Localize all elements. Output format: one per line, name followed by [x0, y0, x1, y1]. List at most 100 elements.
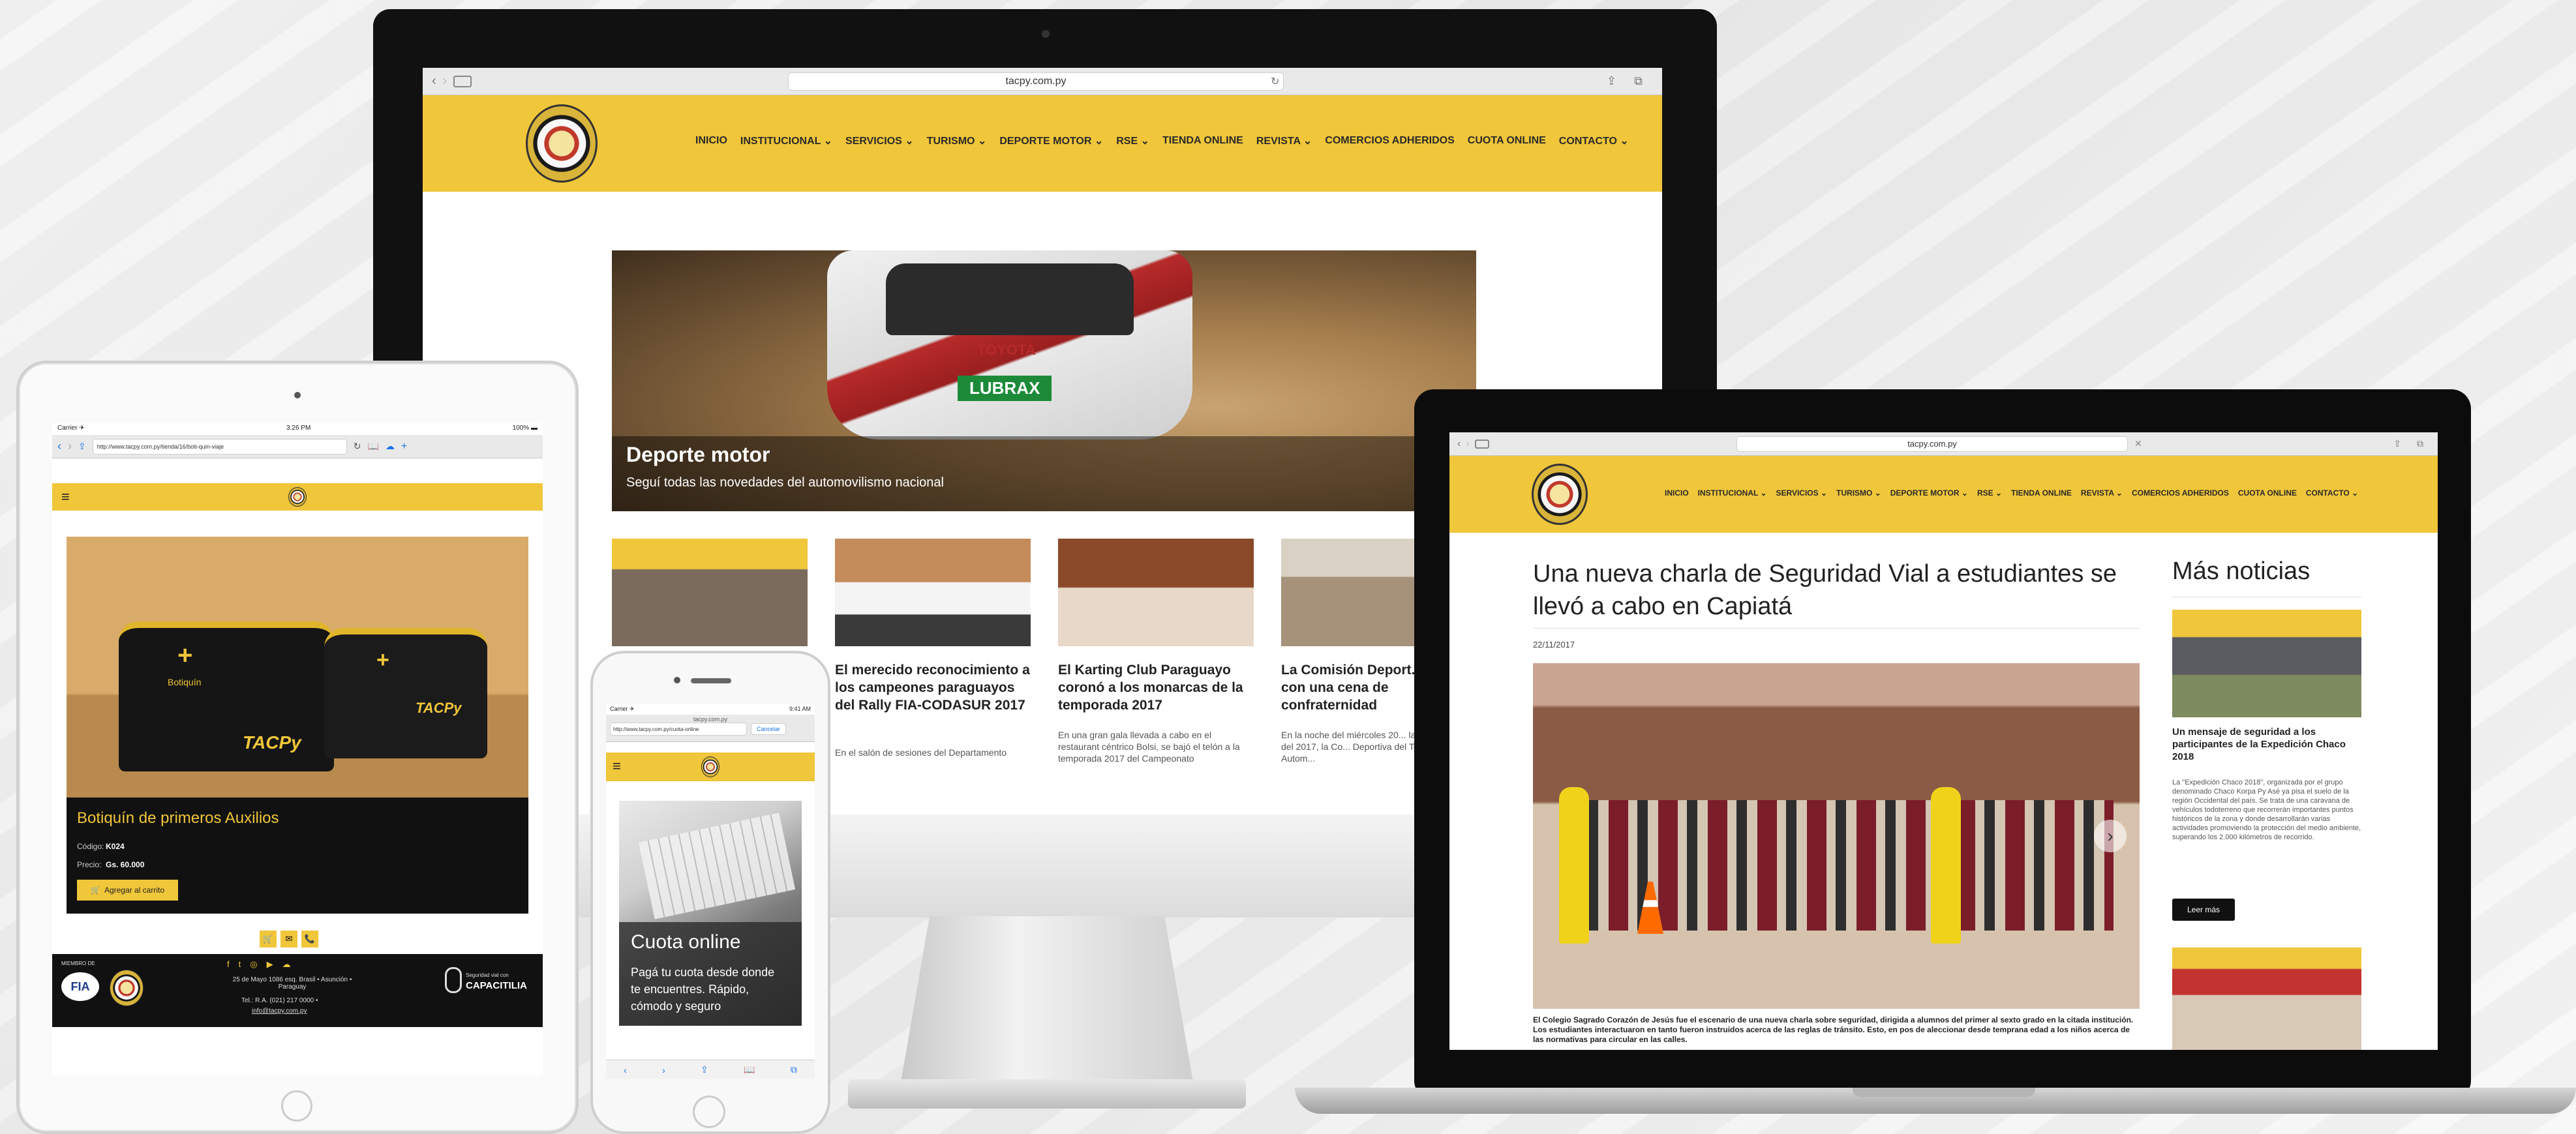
product-price: Gs. 60.000 [106, 860, 145, 869]
laptop-nav: INICIO INSTITUCIONAL ⌄ SERVICIOS ⌄ TURIS… [1665, 488, 2358, 498]
back-icon[interactable]: ‹ [57, 440, 61, 453]
status-battery: 100% ▬ [512, 425, 538, 432]
back-icon[interactable]: ‹ [432, 74, 436, 89]
youtube-icon[interactable]: ▶ [267, 959, 273, 970]
sidebar-news-photo-2[interactable] [2172, 947, 2361, 1050]
nav-item[interactable]: TIENDA ONLINE [2011, 488, 2072, 498]
tabs-icon[interactable]: ⧉ [791, 1064, 797, 1075]
soundcloud-icon[interactable]: ☁ [282, 959, 291, 970]
read-more-button[interactable]: Leer más [2172, 899, 2235, 921]
tablet-home-button[interactable] [281, 1090, 312, 1122]
nav-item[interactable]: COMERCIOS ADHERIDOS [1325, 135, 1455, 147]
article-photo[interactable]: › [1533, 663, 2140, 1009]
footer-member-label: MIEMBRO DE [61, 961, 95, 966]
add-to-cart-label: Agregar al carrito [104, 886, 164, 895]
nav-item[interactable]: INICIO [695, 135, 727, 147]
nav-item[interactable]: INSTITUCIONAL ⌄ [740, 134, 832, 147]
close-tab-icon[interactable]: ✕ [2134, 438, 2142, 449]
imac-news-card[interactable]: El Karting Club Paraguayo coronó a los m… [1058, 539, 1254, 814]
back-icon[interactable]: ‹ [624, 1065, 627, 1075]
rally-car-image: TOYOTA LUBRAX [827, 250, 1192, 440]
back-icon[interactable]: ‹ [1457, 438, 1461, 450]
share-icon[interactable]: ⇪ [701, 1064, 708, 1075]
bookmarks-icon[interactable]: 📖 [744, 1064, 755, 1075]
twitter-icon[interactable]: t [239, 959, 241, 970]
bookmarks-icon[interactable]: 📖 [367, 441, 378, 452]
nav-item[interactable]: DEPORTE MOTOR ⌄ [1890, 488, 1968, 498]
imac-news-card[interactable]: El merecido reconocimiento a los campeon… [835, 539, 1031, 814]
status-time: 3:26 PM [286, 425, 311, 432]
phone-url-bar[interactable]: http://www.tacpy.com.py/cuota-online [610, 723, 747, 736]
product-image[interactable]: + Botiquín TACPy + TACPy [67, 537, 528, 798]
imac-nav: INICIO INSTITUCIONAL ⌄ SERVICIOS ⌄ TURIS… [695, 134, 1629, 147]
reload-icon[interactable]: ↻ [354, 441, 361, 452]
add-to-cart-button[interactable]: 🛒 Agregar al carrito [77, 880, 178, 901]
nav-item[interactable]: COMERCIOS ADHERIDOS [2132, 488, 2229, 498]
photo-instructor [1931, 787, 1961, 944]
nav-item[interactable]: TURISMO ⌄ [1836, 488, 1881, 498]
nav-item[interactable]: TURISMO ⌄ [927, 134, 987, 147]
menu-icon[interactable]: ≡ [61, 488, 70, 505]
share-icon[interactable]: ⇪ [78, 441, 86, 452]
imac-logo[interactable] [526, 104, 598, 183]
nav-item[interactable]: SERVICIOS ⌄ [845, 134, 914, 147]
cart-icon[interactable]: 🛒 [260, 931, 277, 947]
phone-camera [674, 677, 680, 683]
instagram-icon[interactable]: ◎ [250, 959, 257, 970]
nav-item[interactable]: INICIO [1665, 488, 1689, 498]
sidebar-news-photo[interactable] [2172, 610, 2361, 717]
nav-item[interactable]: TIENDA ONLINE [1162, 135, 1243, 147]
nav-item[interactable]: DEPORTE MOTOR ⌄ [999, 134, 1103, 147]
nav-item[interactable]: RSE ⌄ [1977, 488, 2002, 498]
tablet-camera [294, 392, 301, 398]
imac-stand-base [848, 1079, 1246, 1109]
news-photo [612, 539, 808, 646]
nav-item[interactable]: REVISTA ⌄ [2081, 488, 2123, 498]
nav-item[interactable]: CONTACTO ⌄ [1559, 134, 1629, 147]
tablet-logo[interactable] [288, 487, 307, 507]
keyboard-image [638, 813, 796, 919]
slider-next-icon[interactable]: › [2094, 820, 2127, 852]
laptop-url-bar[interactable]: tacpy.com.py [1736, 436, 2128, 452]
forward-icon[interactable]: › [662, 1065, 665, 1075]
nav-item[interactable]: SERVICIOS ⌄ [1776, 488, 1828, 498]
laptop-logo[interactable] [1532, 464, 1588, 525]
nav-item[interactable]: REVISTA ⌄ [1256, 134, 1312, 147]
new-tab-icon[interactable]: + [401, 441, 407, 453]
imac-hero-banner[interactable]: TOYOTA LUBRAX Deporte motor Seguí todas … [612, 250, 1476, 511]
forward-icon[interactable]: › [1466, 438, 1469, 450]
phone-logo[interactable] [701, 756, 720, 777]
nav-item[interactable]: INSTITUCIONAL ⌄ [1698, 488, 1767, 498]
phone-home-button[interactable] [693, 1096, 725, 1128]
news-photo [835, 539, 1031, 646]
sidebar-icon[interactable] [1474, 439, 1489, 449]
sidebar-news-title[interactable]: Un mensaje de seguridad a los participan… [2172, 726, 2361, 763]
share-icon[interactable]: ⇪ [2393, 438, 2401, 449]
phone-banner[interactable]: Cuota online Pagá tu cuota desde donde t… [619, 801, 802, 1026]
tablet-footer: MIEMBRO DE FIA f t ◎ ▶ ☁ 25 de Mayo 1086… [52, 954, 543, 1027]
nav-item[interactable]: CUOTA ONLINE [1468, 135, 1546, 147]
nav-item[interactable]: CUOTA ONLINE [2238, 488, 2297, 498]
sidebar-icon[interactable] [453, 75, 472, 87]
mail-icon[interactable]: ✉ [280, 931, 297, 947]
facebook-icon[interactable]: f [227, 959, 230, 970]
tabs-icon[interactable]: ⧉ [1634, 74, 1643, 88]
tablet-url-bar[interactable]: http://www.tacpy.com.py/tienda/16/boti-q… [92, 438, 347, 455]
share-icon[interactable]: ⇪ [1607, 74, 1616, 88]
bag-right: + TACPy [324, 628, 487, 758]
reload-icon[interactable]: ↻ [1271, 75, 1279, 88]
forward-icon[interactable]: › [443, 74, 447, 89]
nav-item[interactable]: CONTACTO ⌄ [2306, 488, 2358, 498]
footer-brand: CAPACITILIA [466, 980, 527, 991]
forward-icon[interactable]: › [68, 440, 72, 453]
menu-icon[interactable]: ≡ [613, 758, 621, 775]
article-title: Una nueva charla de Seguridad Vial a est… [1533, 560, 2117, 620]
imac-url-bar[interactable]: tacpy.com.py [788, 72, 1284, 91]
tabs-icon[interactable]: ⧉ [2417, 438, 2423, 449]
phone-icon[interactable]: 📞 [301, 931, 318, 947]
footer-address: 25 de Mayo 1086 esq. Brasil • Asunción •… [232, 976, 352, 991]
cloud-icon[interactable]: ☁ [386, 441, 395, 452]
cancel-button[interactable]: Cancelar [751, 723, 787, 735]
footer-email[interactable]: info@tacpy.com.py [252, 1007, 307, 1015]
nav-item[interactable]: RSE ⌄ [1116, 134, 1149, 147]
